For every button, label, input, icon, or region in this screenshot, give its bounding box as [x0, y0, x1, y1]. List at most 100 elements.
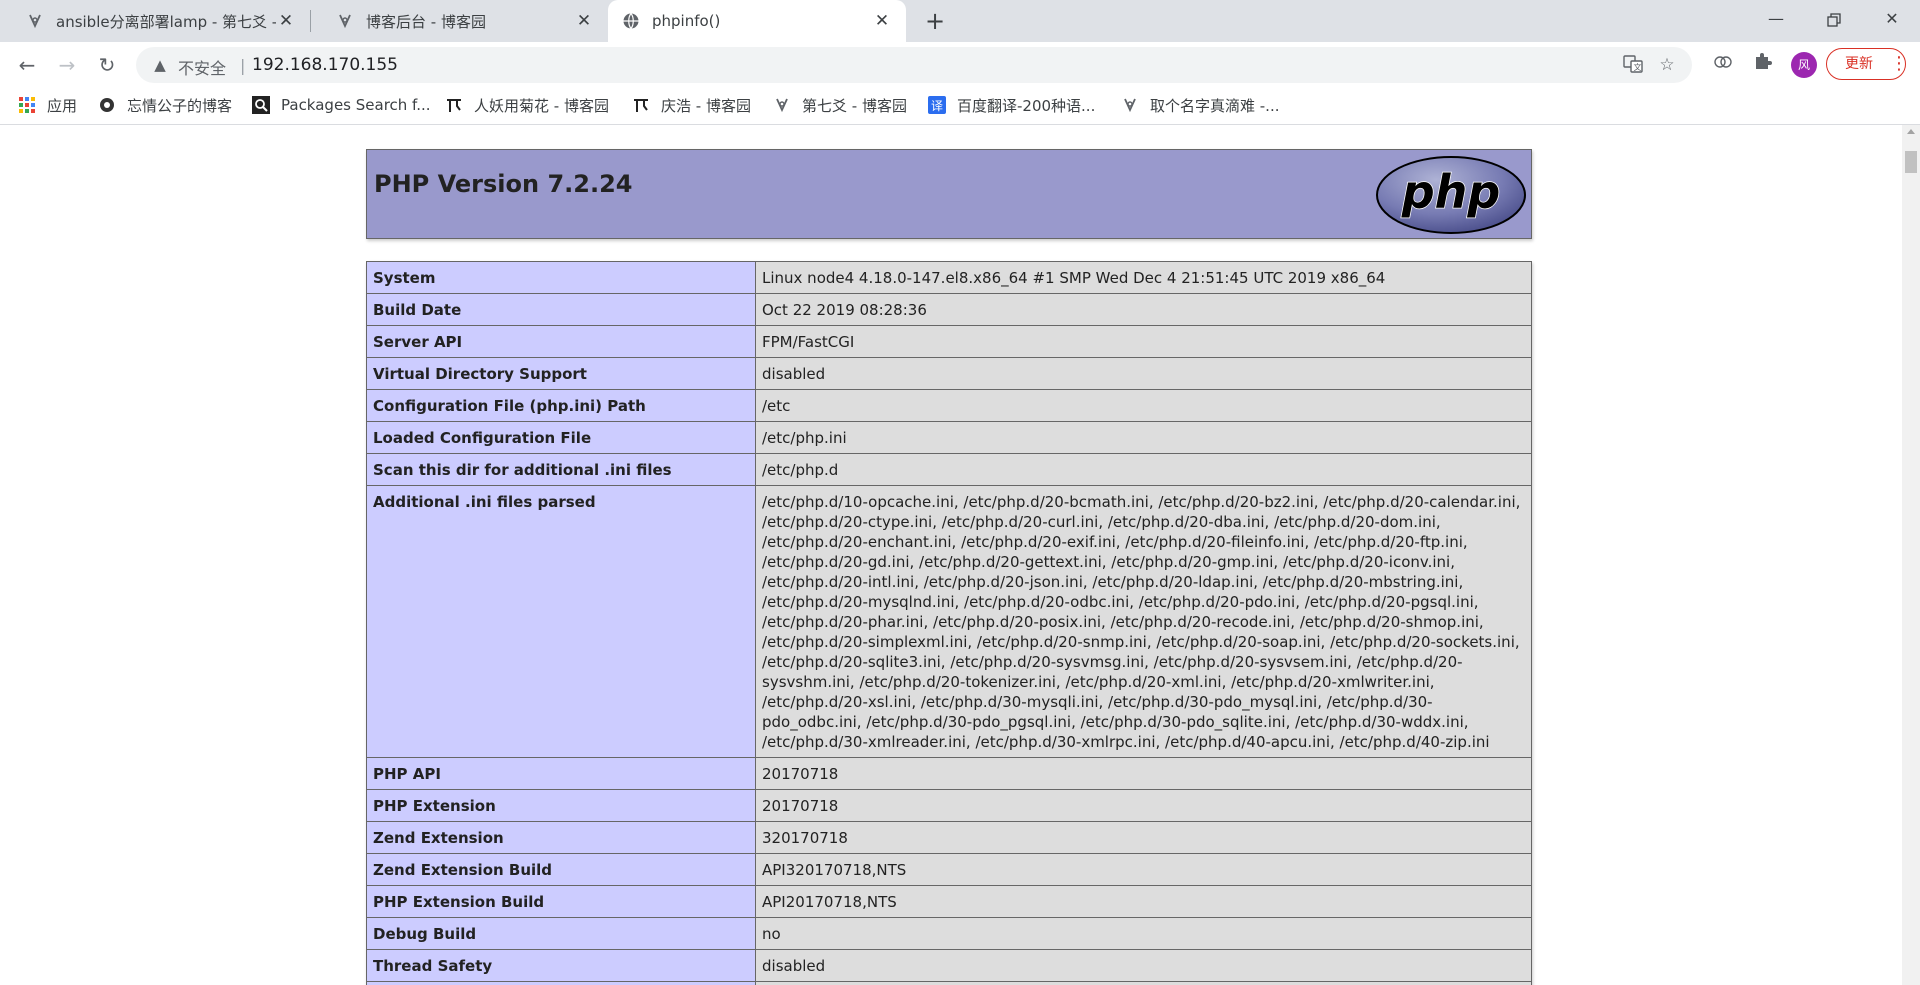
table-row: PHP API 20170718 — [366, 757, 1532, 790]
reload-icon[interactable]: ↻ — [90, 48, 124, 82]
bookmark-label: 取个名字真滴难 -... — [1150, 96, 1280, 115]
close-icon[interactable]: ✕ — [276, 11, 296, 31]
scrollbar-thumb[interactable] — [1905, 151, 1917, 173]
row-key: Scan this dir for additional .ini files — [366, 453, 756, 486]
table-row: Thread Safety disabled — [366, 949, 1532, 982]
php-info-table: System Linux node4 4.18.0-147.el8.x86_64 … — [366, 261, 1532, 985]
row-value: /etc/php.ini — [755, 421, 1532, 454]
insecure-label[interactable]: 不安全 — [178, 55, 226, 79]
omnibox-separator: | — [240, 56, 246, 75]
minimize-icon[interactable]: — — [1748, 0, 1804, 38]
apps-grid-icon — [18, 96, 36, 114]
table-row: Configuration File (php.ini) Path/etc — [366, 389, 1532, 422]
bookmark-label: 忘情公子的博客 — [127, 96, 233, 115]
bookmark-label: 百度翻译-200种语... — [957, 96, 1096, 115]
row-key: Additional .ini files parsed — [366, 485, 756, 758]
update-label: 更新 — [1845, 56, 1873, 72]
tab-strip: ansible分离部署lamp - 第七爻 - ✕ 博客后台 - 博客园 ✕ p… — [0, 0, 1920, 42]
scroll-up-arrow-icon[interactable] — [1907, 129, 1915, 134]
tab-title: 博客后台 - 博客园 — [366, 12, 486, 31]
star-icon[interactable]: ☆ — [1656, 54, 1678, 76]
extension-chain-icon[interactable] — [1709, 51, 1737, 79]
table-row: Zend Extension Build API320170718,NTS — [366, 853, 1532, 886]
browser-toolbar: ← → ↻ ▲ 不安全 | 192.168.170.155 文 ☆ 风 更新 ⋮ — [0, 42, 1920, 88]
row-value: 20170718 — [755, 757, 1532, 790]
vertical-scrollbar[interactable] — [1902, 125, 1920, 985]
row-key: Debug Build — [366, 917, 756, 950]
forward-icon[interactable]: → — [50, 48, 84, 82]
row-value: disabled — [755, 357, 1532, 390]
cnblogs-icon — [26, 12, 44, 30]
php-version-header: PHP Version 7.2.24 php — [366, 149, 1532, 239]
table-row: Debug Build no — [366, 917, 1532, 950]
close-icon[interactable]: ✕ — [574, 11, 594, 31]
close-icon[interactable]: ✕ — [872, 11, 892, 31]
translate-icon[interactable]: 文 — [1622, 54, 1644, 76]
bookmark-renyao[interactable]: 人妖用菊花 - 博客园 — [445, 88, 609, 122]
row-key: System — [366, 261, 756, 294]
avatar[interactable]: 风 — [1791, 52, 1817, 78]
bookmark-naming[interactable]: 取个名字真滴难 -... — [1121, 88, 1280, 122]
table-row: System Linux node4 4.18.0-147.el8.x86_64 … — [366, 261, 1532, 294]
page-viewport: PHP Version 7.2.24 php System Linux node4… — [0, 125, 1902, 985]
row-value: /etc/php.d/10-opcache.ini, /etc/php.d/20… — [755, 485, 1532, 758]
row-key: Server API — [366, 325, 756, 358]
row-value: no — [755, 917, 1532, 950]
bookmark-packages-search[interactable]: Packages Search f... — [252, 88, 431, 122]
url-text[interactable]: 192.168.170.155 — [252, 55, 398, 75]
svg-text:译: 译 — [931, 99, 943, 113]
table-row: Zend Extension 320170718 — [366, 821, 1532, 854]
tab-blog-admin[interactable]: 博客后台 - 博客园 ✕ — [310, 0, 608, 42]
row-key: Build Date — [366, 293, 756, 326]
table-row: Zend Signal Handlingenabled — [366, 981, 1532, 985]
page-title: PHP Version 7.2.24 — [374, 170, 633, 198]
cnblogs-icon — [336, 12, 354, 30]
row-key: Zend Extension — [366, 821, 756, 854]
bookmark-label: 应用 — [47, 96, 78, 115]
warning-icon[interactable]: ▲ — [150, 55, 170, 75]
tab-phpinfo[interactable]: phpinfo() ✕ — [608, 0, 906, 42]
bookmark-baidu-translate[interactable]: 译 百度翻译-200种语... — [928, 88, 1095, 122]
bookmark-label: 庆浩 - 博客园 — [661, 96, 751, 115]
row-key: Thread Safety — [366, 949, 756, 982]
svg-text:文: 文 — [1634, 62, 1642, 72]
row-key: Zend Extension Build — [366, 853, 756, 886]
bookmark-blog[interactable]: 忘情公子的博客 — [98, 88, 232, 122]
bookmark-apps[interactable]: 应用 — [18, 88, 77, 122]
table-row: PHP Extension 20170718 — [366, 789, 1532, 822]
row-value: Oct 22 2019 08:28:36 — [755, 293, 1532, 326]
php-logo[interactable]: php — [1375, 155, 1527, 235]
bookmark-label: 第七爻 - 博客园 — [802, 96, 907, 115]
row-value: Linux node4 4.18.0-147.el8.x86_64 #1 SMP… — [755, 261, 1532, 294]
table-row: PHP Extension Build API20170718,NTS — [366, 885, 1532, 918]
bookmark-qinghao[interactable]: 庆浩 - 博客园 — [632, 88, 751, 122]
row-value: disabled — [755, 949, 1532, 982]
row-value: FPM/FastCGI — [755, 325, 1532, 358]
back-icon[interactable]: ← — [10, 48, 44, 82]
more-menu-icon[interactable]: ⋮ — [1890, 54, 1908, 74]
row-value: /etc — [755, 389, 1532, 422]
cnblogs-icon — [632, 96, 650, 114]
tab-ansible[interactable]: ansible分离部署lamp - 第七爻 - ✕ — [0, 0, 310, 42]
row-value: API20170718,NTS — [755, 885, 1532, 918]
table-row: Scan this dir for additional .ini files /… — [366, 453, 1532, 486]
cnblogs-icon — [773, 96, 791, 114]
row-key: PHP Extension — [366, 789, 756, 822]
extensions-puzzle-icon[interactable] — [1749, 51, 1777, 79]
new-tab-button[interactable]: + — [921, 7, 949, 35]
row-key: PHP API — [366, 757, 756, 790]
bookmark-label: Packages Search f... — [281, 96, 431, 114]
table-row: Loaded Configuration File/etc/php.ini — [366, 421, 1532, 454]
row-value: API320170718,NTS — [755, 853, 1532, 886]
row-key: Virtual Directory Support — [366, 357, 756, 390]
cnblogs-icon — [1121, 96, 1139, 114]
bookmark-diqiyao[interactable]: 第七爻 - 博客园 — [773, 88, 907, 122]
restore-icon[interactable] — [1806, 0, 1862, 38]
tab-title: ansible分离部署lamp - 第七爻 - — [56, 12, 276, 31]
close-window-icon[interactable]: ✕ — [1864, 0, 1920, 38]
row-key: Configuration File (php.ini) Path — [366, 389, 756, 422]
table-row: Build Date Oct 22 2019 08:28:36 — [366, 293, 1532, 326]
table-row: Virtual Directory Support disabled — [366, 357, 1532, 390]
address-bar[interactable]: ▲ 不安全 | 192.168.170.155 文 ☆ — [136, 47, 1692, 83]
row-value: /etc/php.d — [755, 453, 1532, 486]
